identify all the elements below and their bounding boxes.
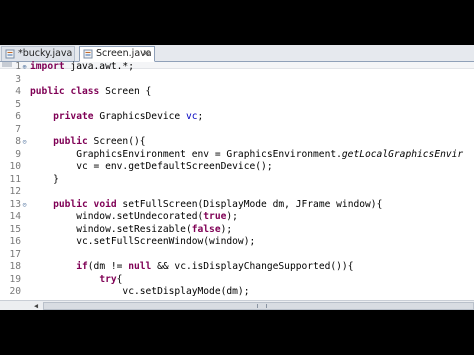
code-line[interactable]: 14 window.setUndecorated(true); [0, 211, 474, 224]
line-number: 12 [9, 186, 21, 197]
code-text: import java.awt.*; [30, 61, 134, 72]
line-number: 8 [15, 136, 21, 147]
fold-toggle-icon[interactable]: ⊝ [21, 199, 28, 212]
code-line[interactable]: 3 [0, 74, 474, 87]
code-line[interactable]: 10 vc = env.getDefaultScreenDevice(); [0, 161, 474, 174]
code-text: if(dm != null && vc.isDisplayChangeSuppo… [76, 261, 354, 272]
code-line[interactable]: 4 public class Screen { [0, 86, 474, 99]
code-text: try{ [99, 273, 123, 285]
code-line[interactable]: 11 } [0, 174, 474, 187]
fold-toggle-icon[interactable]: ⊕ [21, 61, 28, 74]
code-text: private GraphicsDevice vc; [53, 111, 204, 122]
code-text: window.setResizable(false); [30, 223, 233, 235]
line-number: 18 [9, 261, 21, 272]
code-line[interactable]: 5 [0, 99, 474, 112]
line-number: 20 [9, 286, 21, 297]
line-number: 4 [15, 86, 21, 97]
code-text: vc = env.getDefaultScreenDevice(); [30, 161, 273, 172]
code-line[interactable]: 7 [0, 124, 474, 137]
code-text: window.setUndecorated(true); [30, 211, 238, 222]
code-line[interactable]: 18 if(dm != null && vc.isDisplayChangeSu… [0, 261, 474, 274]
line-number: 19 [9, 273, 21, 285]
code-text: public Screen(){ [53, 136, 146, 147]
line-number: 13 [9, 198, 21, 210]
line-number: 5 [15, 98, 21, 110]
code-line[interactable]: 9 GraphicsEnvironment env = GraphicsEnvi… [0, 149, 474, 162]
line-number: 17 [9, 248, 21, 260]
line-number: 11 [9, 173, 21, 185]
line-number: 9 [15, 148, 21, 160]
scrollbar-grip-icon [257, 304, 267, 308]
line-number: 10 [9, 161, 21, 172]
code-editor[interactable]: *bucky.java Screen.java ✕ 1 ⊕ import java.… [0, 45, 474, 310]
code-line[interactable]: 6 private GraphicsDevice vc; [0, 111, 474, 124]
line-number: 7 [15, 123, 21, 135]
code-text: vc.setFullScreenWindow(window); [30, 236, 256, 247]
code-text: vc.setDisplayMode(dm); [30, 286, 250, 297]
line-number: 6 [15, 111, 21, 122]
scroll-left-icon[interactable]: ◀ [31, 301, 41, 310]
code-text: GraphicsEnvironment env = GraphicsEnviro… [30, 148, 464, 160]
line-number: 3 [15, 73, 21, 85]
horizontal-scrollbar[interactable]: ◀ [0, 300, 474, 310]
line-number: 15 [9, 223, 21, 235]
line-number: 1 [15, 61, 21, 72]
line-number: 14 [9, 211, 21, 222]
code-line[interactable]: 17 [0, 249, 474, 262]
code-text: public void setFullScreen(DisplayMode dm… [53, 198, 383, 210]
code-line[interactable]: 1 ⊕ import java.awt.*; [0, 61, 474, 74]
line-number: 16 [9, 236, 21, 247]
code-line[interactable]: 12 [0, 186, 474, 199]
code-text: public class Screen { [30, 86, 152, 97]
fold-toggle-icon[interactable]: ⊝ [21, 136, 28, 149]
code-text: } [30, 173, 59, 185]
code-line[interactable]: 20 vc.setDisplayMode(dm); [0, 286, 474, 299]
code-line[interactable]: 19 try{ [0, 274, 474, 287]
code-area[interactable]: 1 ⊕ import java.awt.*; 3 4 public class Scree… [0, 58, 474, 300]
scrollbar-thumb[interactable] [43, 302, 474, 310]
code-line[interactable]: 15 window.setResizable(false); [0, 224, 474, 237]
code-line[interactable]: 13 ⊝ public void setFullScreen(DisplayMod… [0, 199, 474, 212]
code-line[interactable]: 16 vc.setFullScreenWindow(window); [0, 236, 474, 249]
code-line[interactable]: 8 ⊝ public Screen(){ [0, 136, 474, 149]
